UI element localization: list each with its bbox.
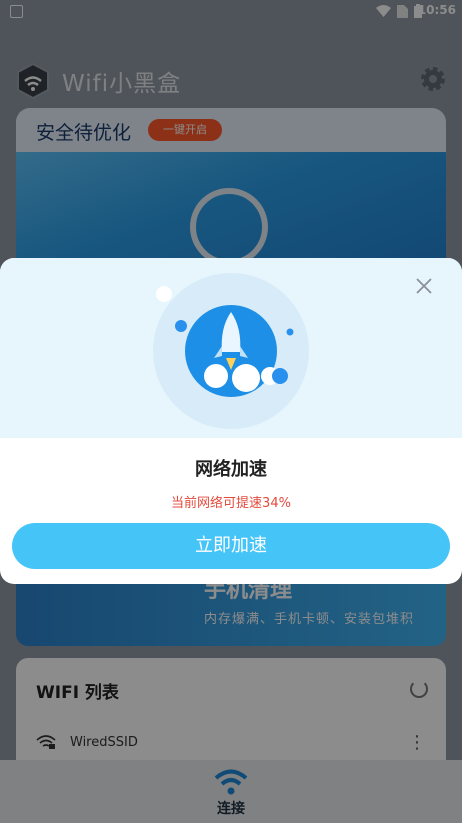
speed-up-now-button[interactable]: 立即加速 [12,523,450,569]
modal-title: 网络加速 [195,459,267,480]
speedup-modal: 网络加速 当前网络可提速34% 立即加速 [0,258,462,584]
modal-subtitle: 当前网络可提速34% [171,496,291,511]
close-icon[interactable] [416,278,432,294]
rocket-speedup-icon [153,273,309,429]
